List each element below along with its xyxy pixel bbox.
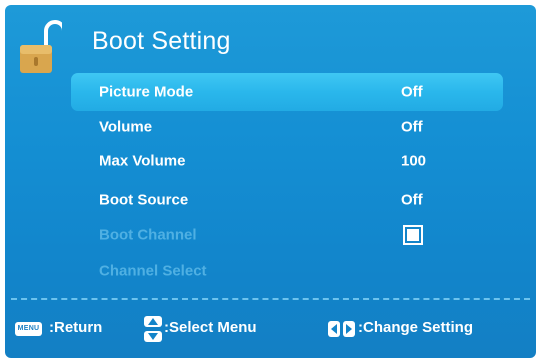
menu-item-label: Boot Source [99,191,189,209]
menu-item-max-volume[interactable]: Max Volume 100 [71,142,503,180]
padlock-open-icon [20,20,62,73]
menu-item-label: Picture Mode [99,83,194,101]
menu-item-value: 100 [401,152,427,170]
menu-item-boot-channel: Boot Channel [71,216,503,254]
menu-key-icon: MENU [15,322,42,336]
menu-item-label: Volume [99,118,153,136]
menu-item-boot-source[interactable]: Boot Source Off [71,181,503,219]
menu-item-value: Off [401,118,423,136]
menu-item-picture-mode[interactable]: Picture Mode Off [71,73,503,111]
menu-item-label: Boot Channel [99,226,197,244]
footer-divider [11,298,530,300]
menu-item-channel-select: Channel Select [71,252,503,290]
right-arrow-icon [343,321,355,337]
page-title: Boot Setting [92,27,231,55]
menu-item-value: Off [401,83,423,101]
menu-item-label: Channel Select [99,262,207,280]
menu-item-volume[interactable]: Volume Off [71,108,503,146]
return-hint: :Return [49,319,103,336]
footer-hints: MENU :Return :Select Menu :Change Settin… [5,313,536,345]
change-setting-hint: :Change Setting [358,319,473,336]
select-menu-hint: :Select Menu [164,319,257,336]
menu-item-label: Max Volume [99,152,186,170]
osd-screen: Boot Setting Picture Mode Off Volume Off… [5,5,536,358]
boot-channel-checkbox[interactable] [403,225,423,245]
menu-item-value: Off [401,191,423,209]
up-down-arrows-icon [144,316,162,342]
left-arrow-icon [328,321,340,337]
